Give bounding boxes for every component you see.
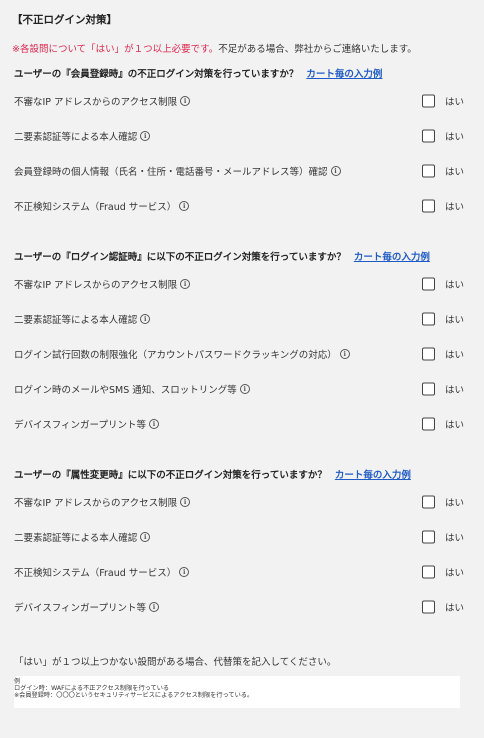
yes-label: はい: [444, 384, 464, 396]
example-link[interactable]: カート毎の入力例: [354, 252, 430, 263]
info-icon[interactable]: i: [179, 566, 190, 577]
option-row: 不審なIP アドレスからのアクセス制限 i はい: [14, 266, 464, 301]
info-icon[interactable]: i: [148, 418, 159, 429]
option-label: ログイン時のメールやSMS 通知、スロットリング等: [14, 384, 237, 396]
option-label: 二要素認証等による本人確認: [14, 131, 138, 143]
option-row: デバイスフィンガープリント等 i はい: [14, 589, 464, 624]
option-row: 不審なIP アドレスからのアクセス制限 i はい: [14, 484, 464, 519]
yes-checkbox[interactable]: [422, 347, 435, 360]
option-label: 不審なIP アドレスからのアクセス制限: [14, 497, 178, 509]
yes-checkbox[interactable]: [422, 565, 435, 578]
yes-label: はい: [444, 419, 464, 431]
page-title: 【不正ログイン対策】: [12, 14, 117, 26]
section-login: ユーザーの『ログイン認証時』に以下の不正ログイン対策を行っていますか？ カート毎の…: [14, 250, 464, 441]
example-line: ※会員登録時：〇〇〇というセキュリティサービスによるアクセス制限を行っている。: [14, 692, 254, 699]
option-row: デバイスフィンガープリント等 i はい: [14, 406, 464, 441]
yes-checkbox[interactable]: [422, 164, 435, 177]
info-icon[interactable]: i: [179, 200, 190, 211]
info-icon[interactable]: i: [148, 601, 159, 612]
info-icon[interactable]: i: [239, 383, 250, 394]
option-label: ログイン試行回数の制限強化（アカウントパスワードクラッキングの対応）: [14, 349, 337, 361]
example-line: ログイン時：WAFによる不正アクセス制限を行っている: [14, 685, 170, 692]
example-link[interactable]: カート毎の入力例: [335, 470, 411, 481]
info-icon[interactable]: i: [180, 95, 191, 106]
option-label: 二要素認証等による本人確認: [14, 532, 138, 544]
yes-label: はい: [444, 349, 464, 361]
yes-checkbox[interactable]: [422, 600, 435, 613]
yes-checkbox[interactable]: [422, 495, 435, 508]
alternative-textarea[interactable]: 例 ログイン時：WAFによる不正アクセス制限を行っている ※会員登録時：〇〇〇と…: [14, 676, 460, 708]
option-label: デバイスフィンガープリント等: [14, 602, 146, 614]
option-label: 不審なIP アドレスからのアクセス制限: [14, 279, 178, 291]
option-row: 二要素認証等による本人確認 i はい: [14, 519, 464, 554]
option-row: 不正検知システム（Fraud サービス） i はい: [14, 554, 464, 589]
info-icon[interactable]: i: [339, 348, 350, 359]
option-row: 二要素認証等による本人確認 i はい: [14, 118, 464, 153]
yes-checkbox[interactable]: [422, 382, 435, 395]
yes-checkbox[interactable]: [422, 417, 435, 430]
yes-label: はい: [444, 314, 464, 326]
option-label: 不審なIP アドレスからのアクセス制限: [14, 96, 178, 108]
question-text: ユーザーの『会員登録時』の不正ログイン対策を行っていますか？: [14, 69, 299, 80]
example-link[interactable]: カート毎の入力例: [306, 69, 382, 80]
requirement-note: ※各設問について「はい」が１つ以上必要です。不足がある場合、弊社からご連絡いたし…: [12, 41, 417, 55]
info-icon[interactable]: i: [140, 313, 151, 324]
section-attribute-change: ユーザーの『属性変更時』に以下の不正ログイン対策を行っていますか？ カート毎の入力…: [14, 468, 464, 624]
yes-label: はい: [444, 166, 464, 178]
yes-label: はい: [444, 497, 464, 509]
info-icon[interactable]: i: [330, 165, 341, 176]
yes-label: はい: [444, 602, 464, 614]
yes-label: はい: [444, 131, 464, 143]
requirement-note-rest: 不足がある場合、弊社からご連絡いたします。: [218, 44, 417, 55]
yes-checkbox[interactable]: [422, 199, 435, 212]
info-icon[interactable]: i: [180, 496, 191, 507]
alternative-instructions: 「はい」が１つ以上つかない設問がある場合、代替策を記入してください。: [14, 657, 337, 668]
yes-checkbox[interactable]: [422, 277, 435, 290]
option-row: 二要素認証等による本人確認 i はい: [14, 301, 464, 336]
info-icon[interactable]: i: [180, 278, 191, 289]
option-label: デバイスフィンガープリント等: [14, 419, 146, 431]
yes-label: はい: [444, 567, 464, 579]
info-icon[interactable]: i: [140, 130, 151, 141]
option-row: ログイン時のメールやSMS 通知、スロットリング等 i はい: [14, 371, 464, 406]
yes-label: はい: [444, 532, 464, 544]
option-row: ログイン試行回数の制限強化（アカウントパスワードクラッキングの対応） i はい: [14, 336, 464, 371]
option-row: 会員登録時の個人情報（氏名・住所・電話番号・メールアドレス等）確認 i はい: [14, 153, 464, 188]
yes-label: はい: [444, 201, 464, 213]
option-label: 不正検知システム（Fraud サービス）: [14, 201, 177, 213]
section-registration: ユーザーの『会員登録時』の不正ログイン対策を行っていますか？ カート毎の入力例 不…: [14, 67, 464, 223]
info-icon[interactable]: i: [140, 531, 151, 542]
option-row: 不審なIP アドレスからのアクセス制限 i はい: [14, 83, 464, 118]
yes-checkbox[interactable]: [422, 94, 435, 107]
option-label: 二要素認証等による本人確認: [14, 314, 138, 326]
section-question: ユーザーの『ログイン認証時』に以下の不正ログイン対策を行っていますか？ カート毎の…: [14, 250, 464, 266]
option-label: 会員登録時の個人情報（氏名・住所・電話番号・メールアドレス等）確認: [14, 166, 328, 178]
option-label: 不正検知システム（Fraud サービス）: [14, 567, 177, 579]
question-text: ユーザーの『属性変更時』に以下の不正ログイン対策を行っていますか？: [14, 470, 327, 481]
section-question: ユーザーの『会員登録時』の不正ログイン対策を行っていますか？ カート毎の入力例: [14, 67, 464, 83]
example-heading: 例: [14, 678, 21, 685]
yes-checkbox[interactable]: [422, 312, 435, 325]
yes-checkbox[interactable]: [422, 129, 435, 142]
yes-checkbox[interactable]: [422, 530, 435, 543]
yes-label: はい: [444, 96, 464, 108]
question-text: ユーザーの『ログイン認証時』に以下の不正ログイン対策を行っていますか？: [14, 252, 346, 263]
section-question: ユーザーの『属性変更時』に以下の不正ログイン対策を行っていますか？ カート毎の入力…: [14, 468, 464, 484]
yes-label: はい: [444, 279, 464, 291]
requirement-note-red: ※各設問について「はい」が１つ以上必要です。: [12, 44, 219, 55]
option-row: 不正検知システム（Fraud サービス） i はい: [14, 188, 464, 223]
